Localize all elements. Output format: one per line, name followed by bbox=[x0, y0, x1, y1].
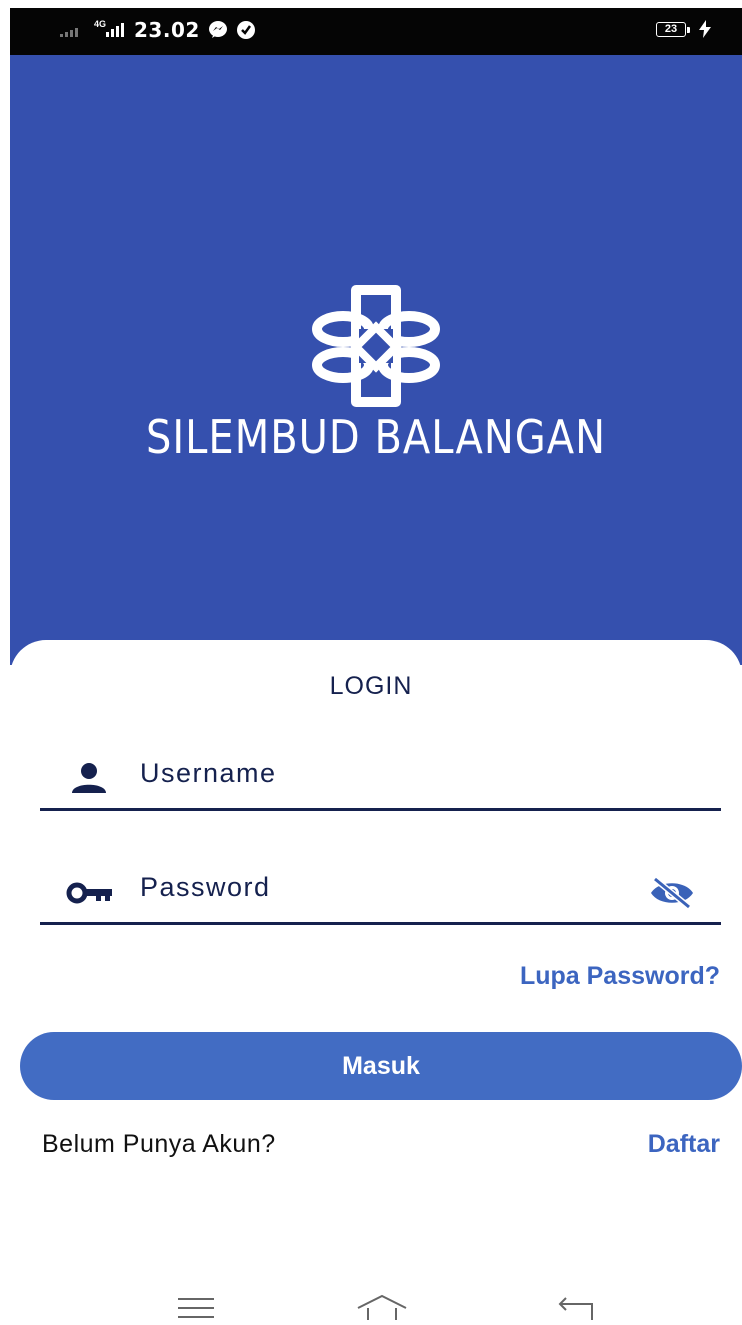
username-field[interactable]: Username bbox=[40, 748, 721, 811]
username-placeholder: Username bbox=[140, 758, 277, 788]
password-placeholder: Password bbox=[140, 872, 271, 902]
menu-icon[interactable] bbox=[178, 1296, 214, 1325]
back-icon[interactable] bbox=[556, 1296, 596, 1325]
app-name: SILEMBUD BALANGAN bbox=[145, 411, 607, 465]
eye-off-icon[interactable] bbox=[649, 876, 695, 915]
forgot-password-link[interactable]: Lupa Password? bbox=[520, 962, 720, 991]
battery-level: 23 bbox=[664, 23, 678, 35]
signal-icon-4g bbox=[106, 23, 125, 37]
password-field[interactable]: Password bbox=[40, 862, 721, 925]
status-time: 23.02 bbox=[134, 18, 200, 42]
system-nav-bar bbox=[0, 1286, 742, 1320]
login-title: LOGIN bbox=[329, 672, 413, 700]
app-logo bbox=[312, 285, 440, 407]
home-icon[interactable] bbox=[356, 1294, 408, 1325]
signal-icon bbox=[60, 28, 78, 37]
network-type: 4G bbox=[94, 18, 107, 29]
battery-icon: 23 bbox=[656, 21, 690, 37]
status-bar: 4G 23.02 23 bbox=[10, 8, 742, 55]
user-icon bbox=[70, 762, 108, 799]
no-account-text: Belum Punya Akun? bbox=[42, 1130, 276, 1158]
charging-icon bbox=[699, 20, 711, 38]
messenger-icon bbox=[208, 21, 227, 38]
hero-banner: SILEMBUD BALANGAN bbox=[10, 55, 742, 665]
status-left: 4G 23.02 bbox=[60, 18, 256, 42]
brand-block: SILEMBUD BALANGAN bbox=[10, 285, 742, 464]
login-button[interactable]: Masuk bbox=[20, 1032, 742, 1100]
status-right: 23 bbox=[656, 20, 712, 38]
app-notification-icon bbox=[236, 21, 255, 39]
key-icon bbox=[66, 882, 116, 909]
register-link[interactable]: Daftar bbox=[648, 1130, 720, 1159]
